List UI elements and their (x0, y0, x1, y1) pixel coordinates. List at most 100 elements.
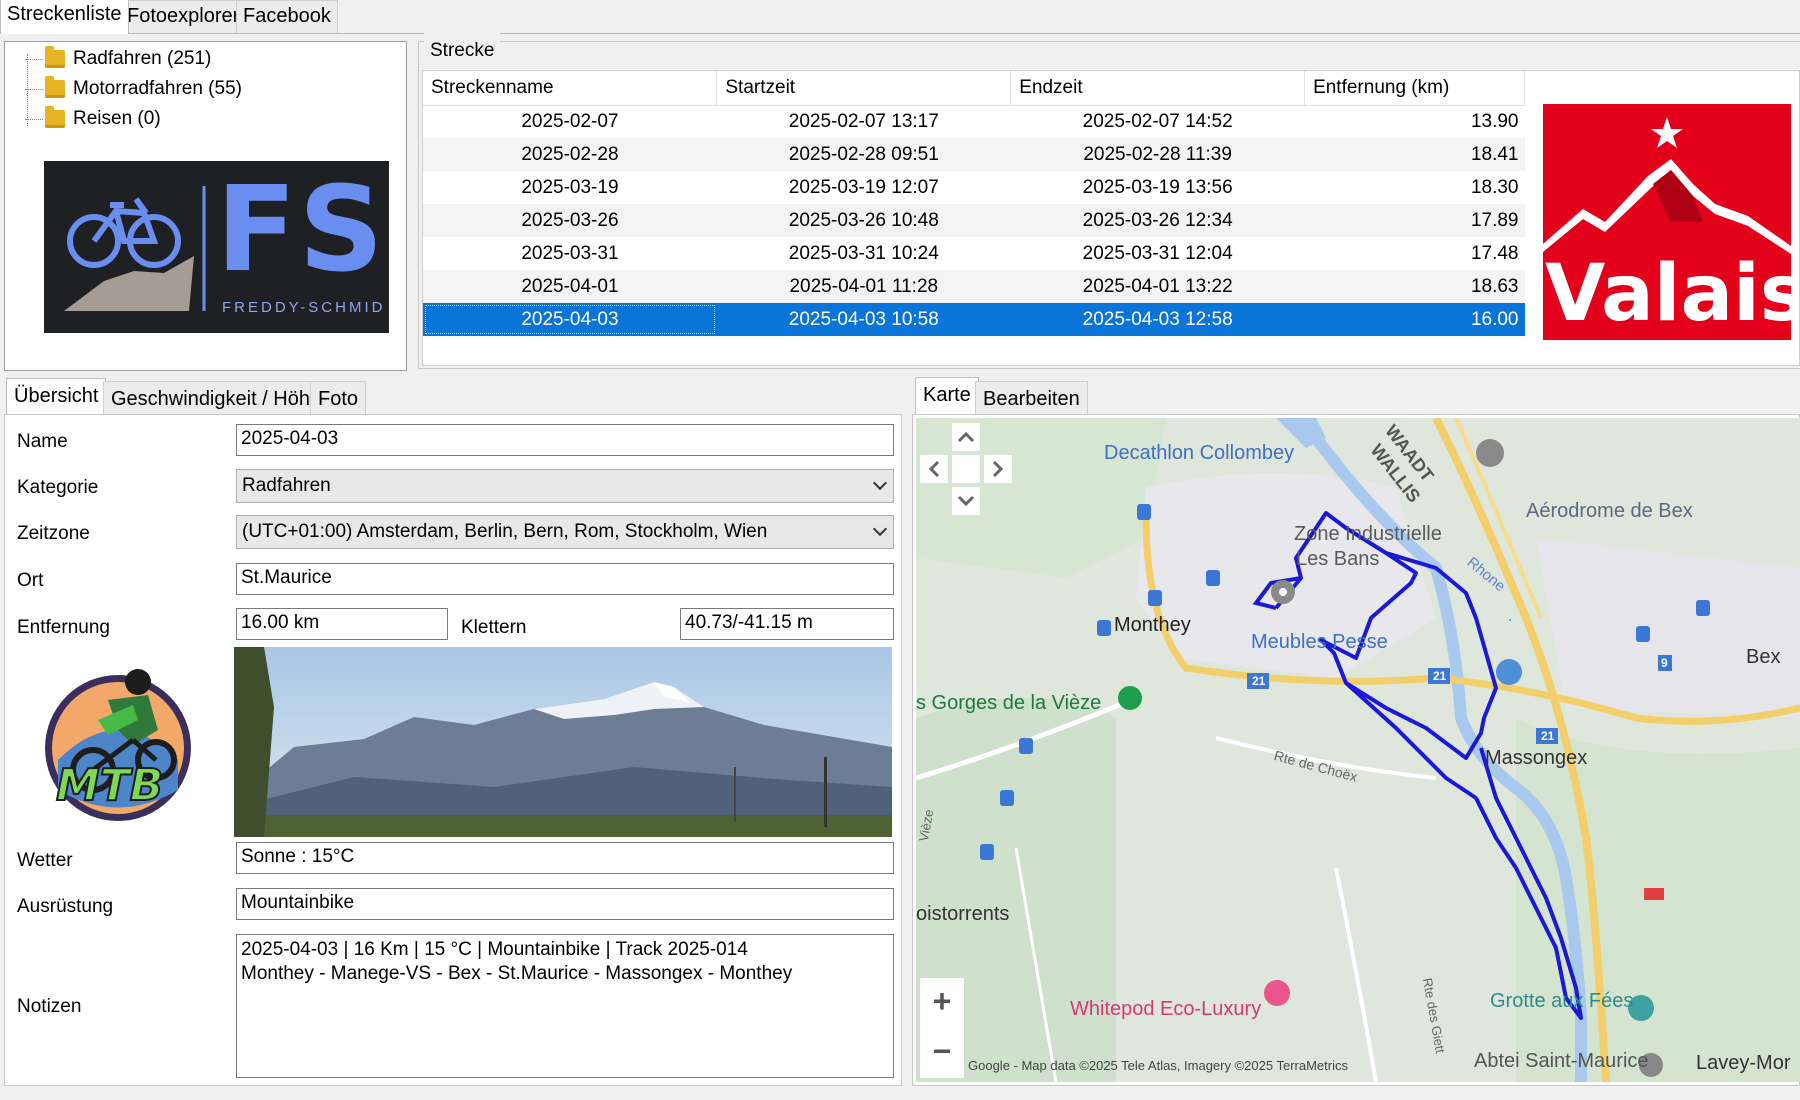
chevron-down-icon (872, 521, 888, 537)
map-label-gorges: s Gorges de la Vièze (916, 692, 1102, 714)
route-distance: 17.89 (1304, 204, 1525, 237)
route-name: 2025-04-01 (423, 270, 717, 303)
tab-karte[interactable]: Karte (915, 377, 979, 414)
route-end: 2025-03-31 12:04 (1082, 242, 1233, 264)
pan-up-button[interactable] (952, 423, 980, 451)
chevron-left-icon (928, 460, 940, 478)
route-name: 2025-02-28 (423, 138, 717, 171)
table-row-selected[interactable]: 2025-04-03 2025-04-03 10:58 2025-04-03 1… (423, 303, 1525, 336)
pan-down-button[interactable] (952, 487, 980, 515)
map-view[interactable]: Decathlon Collombey WAADT WALLIS Aérodro… (916, 418, 1800, 1082)
tab-fotoexplorer[interactable]: Fotoexplorer (120, 0, 247, 34)
map-label-lesbans: Les Bans (1296, 548, 1380, 570)
map-label-massongex: Massongex (1485, 747, 1588, 769)
tab-strip-divider (0, 33, 1800, 34)
map-label-troistorrents: oistorrents (916, 903, 1010, 925)
route-start: 2025-03-19 12:07 (788, 176, 939, 198)
route-end: 2025-03-26 12:34 (1010, 204, 1305, 237)
route-end: 2025-02-28 11:39 (1010, 138, 1305, 171)
route-start: 2025-04-01 11:28 (716, 270, 1011, 303)
fs-caption: FREDDY-SCHMID (222, 299, 386, 316)
climb-field[interactable]: 40.73/-41.15 m (680, 608, 894, 640)
folder-icon (45, 76, 65, 98)
notes-textarea[interactable]: 2025-04-03 | 16 Km | 15 °C | Mountainbik… (236, 934, 894, 1078)
tree-item-label: Radfahren (251) (73, 48, 212, 69)
column-header-streckenname[interactable]: Streckenname (423, 71, 718, 106)
category-label: Kategorie (17, 477, 99, 498)
map-copyright: Google - Map data ©2025 Tele Atlas, Imag… (968, 1058, 1348, 1073)
table-row[interactable]: 2025-02-28 2025-02-28 09:51 2025-02-28 1… (423, 138, 1525, 171)
map-label-monthey: Monthey (1114, 614, 1191, 636)
category-tree-panel: Radfahren (251) Motorradfahren (55) Reis… (4, 41, 407, 371)
tree-item-radfahren[interactable]: Radfahren (251) (25, 46, 211, 72)
routes-table: Streckenname Startzeit Endzeit Entfernun… (423, 71, 1525, 336)
timezone-value: (UTC+01:00) Amsterdam, Berlin, Bern, Rom… (242, 521, 768, 542)
route-start: 2025-03-26 10:48 (716, 204, 1011, 237)
route-distance: 18.63 (1304, 270, 1525, 303)
tab-uebersicht[interactable]: Übersicht (6, 378, 107, 415)
map-label-meubles: Meubles Pesse (1251, 631, 1388, 653)
table-row[interactable]: 2025-03-19 2025-03-19 12:07 2025-03-19 1… (423, 171, 1525, 204)
equipment-label: Ausrüstung (17, 896, 114, 917)
zoom-out-button[interactable]: − (920, 1028, 964, 1076)
tree-item-label: Reisen (0) (73, 108, 161, 129)
route-start: 2025-03-31 10:24 (788, 242, 939, 264)
table-row[interactable]: 2025-02-07 2025-02-07 13:17 2025-02-07 1… (423, 105, 1525, 138)
tab-streckenliste[interactable]: Streckenliste (0, 0, 129, 34)
weather-field[interactable]: Sonne : 15°C (236, 842, 894, 874)
freddy-schmid-logo: FS FREDDY-SCHMID (44, 161, 389, 333)
road-shield-21: 21 (1433, 669, 1447, 683)
route-end: 2025-04-01 13:22 (1010, 270, 1305, 303)
column-header-endzeit[interactable]: Endzeit (1010, 71, 1306, 106)
name-label: Name (17, 431, 68, 452)
route-start: 2025-04-03 10:58 (716, 303, 1011, 336)
map-label-bex: Bex (1746, 646, 1781, 668)
tree-item-reisen[interactable]: Reisen (0) (25, 106, 161, 132)
notes-line-2: Monthey - Manege-VS - Bex - St.Maurice -… (241, 963, 793, 984)
table-row[interactable]: 2025-03-26 2025-03-26 10:48 2025-03-26 1… (423, 204, 1525, 237)
map-pan-control (920, 423, 1012, 515)
tab-bearbeiten[interactable]: Bearbeiten (975, 381, 1088, 415)
category-value: Radfahren (242, 475, 331, 496)
chevron-right-icon (992, 460, 1004, 478)
map-label-abtei: Abtei Saint-Maurice (1474, 1050, 1649, 1072)
table-row[interactable]: 2025-04-01 2025-04-01 11:28 2025-04-01 1… (423, 270, 1525, 303)
folder-icon (45, 106, 65, 128)
map-zoom-control: + − (920, 978, 964, 1078)
place-field[interactable]: St.Maurice (236, 563, 894, 595)
weather-label: Wetter (17, 850, 73, 871)
category-select[interactable]: Radfahren (236, 469, 894, 503)
route-end: 2025-02-07 14:52 (1082, 110, 1233, 132)
route-end: 2025-04-03 12:58 (1010, 303, 1305, 336)
fs-letters: FS (216, 160, 386, 298)
name-field[interactable]: 2025-04-03 (236, 424, 894, 456)
timezone-select[interactable]: (UTC+01:00) Amsterdam, Berlin, Bern, Rom… (236, 515, 894, 549)
road-shield-21: 21 (1252, 674, 1266, 688)
valais-text: Valais (1545, 249, 1791, 339)
zoom-in-button[interactable]: + (920, 978, 964, 1026)
climb-label: Klettern (461, 617, 527, 638)
valais-logo: Valais (1543, 104, 1791, 340)
route-photo[interactable] (234, 647, 892, 837)
column-header-entfernung[interactable]: Entfernung (km) (1304, 71, 1525, 106)
tab-foto[interactable]: Foto (310, 381, 367, 415)
distance-field[interactable]: 16.00 km (236, 608, 448, 640)
column-header-startzeit[interactable]: Startzeit (716, 71, 1012, 106)
mtb-text: MTB (55, 759, 164, 812)
table-row[interactable]: 2025-03-31 2025-03-31 10:24 2025-03-31 1… (423, 237, 1525, 270)
map-label-zone: Zone Industrielle (1294, 523, 1442, 545)
tab-geschwindigkeit-hoehe[interactable]: Geschwindigkeit / Höhe (103, 381, 330, 415)
pan-left-button[interactable] (920, 455, 948, 483)
pan-right-button[interactable] (984, 455, 1012, 483)
tab-facebook[interactable]: Facebook (236, 0, 338, 34)
map-label-whitepod: Whitepod Eco-Luxury (1070, 998, 1262, 1020)
road-shield-21: 21 (1541, 729, 1555, 743)
route-start: 2025-02-07 13:17 (788, 110, 939, 132)
notes-line-1: 2025-04-03 | 16 Km | 15 °C | Mountainbik… (241, 939, 748, 960)
map-label-lavey: Lavey-Mor (1696, 1052, 1791, 1074)
route-distance: 16.00 (1304, 303, 1525, 336)
tree-item-motorradfahren[interactable]: Motorradfahren (55) (25, 76, 242, 102)
equipment-field[interactable]: Mountainbike (236, 888, 894, 920)
route-distance: 18.30 (1470, 176, 1519, 198)
routes-group-title: Strecke (424, 30, 501, 62)
